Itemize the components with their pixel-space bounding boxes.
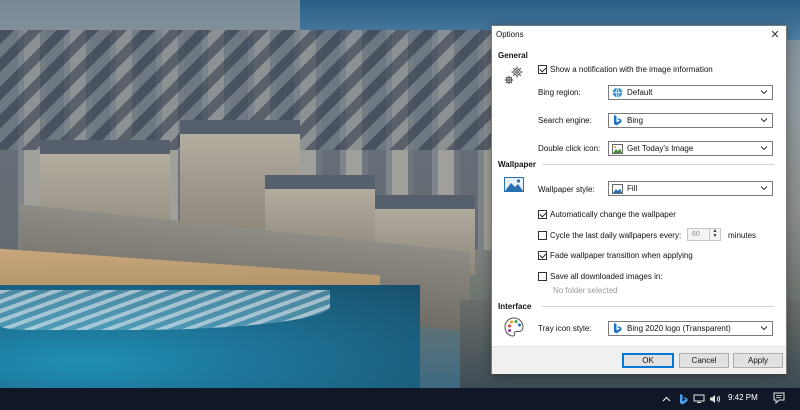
section-divider (542, 164, 774, 165)
chevron-down-icon (760, 186, 768, 191)
cycle-unit: minutes (728, 231, 757, 240)
image-icon (612, 143, 623, 154)
cycle-label[interactable]: Cycle the last daily wallpapers every: (550, 231, 681, 240)
bing-logo-icon[interactable] (677, 393, 689, 405)
clock[interactable]: 9:42 PM (728, 393, 758, 402)
cycle-checkbox[interactable] (538, 231, 547, 240)
tray-style-select[interactable]: Bing 2020 logo (Transparent) (608, 321, 773, 336)
fade-checkbox[interactable] (538, 251, 547, 260)
options-dialog: Options ✕ General Show a notification wi… (491, 25, 787, 374)
picture-icon (612, 183, 623, 194)
chevron-down-icon (760, 90, 768, 95)
search-engine-value: Bing (627, 116, 644, 125)
cycle-minutes-stepper[interactable]: 60 ▲ ▼ (687, 228, 721, 241)
action-center-icon[interactable] (773, 392, 785, 405)
stepper-down-icon[interactable]: ▼ (710, 234, 720, 239)
section-general-heading: General (498, 51, 528, 60)
double-click-label: Double click icon: (538, 144, 601, 153)
apply-button[interactable]: Apply (733, 353, 783, 368)
stepper-buttons[interactable]: ▲ ▼ (709, 229, 720, 240)
bing-logo-icon (612, 115, 623, 126)
bing-logo-icon (612, 323, 623, 334)
section-divider (542, 306, 774, 307)
bing-region-label: Bing region: (538, 88, 581, 97)
wallpaper-style-label: Wallpaper style: (538, 185, 595, 194)
double-click-value: Get Today's Image (627, 144, 694, 153)
double-click-select[interactable]: Get Today's Image (608, 141, 773, 156)
taskbar: 9:42 PM (0, 388, 800, 410)
volume-icon[interactable] (709, 393, 721, 405)
chevron-up-icon[interactable] (660, 393, 672, 405)
cycle-minutes-value: 60 (692, 231, 700, 238)
search-engine-label: Search engine: (538, 116, 592, 125)
fade-label[interactable]: Fade wallpaper transition when applying (550, 251, 693, 260)
dialog-footer: OK Cancel Apply (492, 346, 786, 374)
auto-change-label[interactable]: Automatically change the wallpaper (550, 210, 676, 219)
gears-icon (501, 64, 527, 90)
landscape-picture-icon (504, 177, 524, 194)
dialog-title: Options (496, 30, 524, 39)
system-tray (660, 388, 721, 410)
auto-change-checkbox[interactable] (538, 210, 547, 219)
wallpaper-style-value: Fill (627, 184, 638, 193)
chevron-down-icon (760, 326, 768, 331)
tray-style-value: Bing 2020 logo (Transparent) (627, 324, 731, 333)
section-interface-heading: Interface (498, 302, 532, 311)
section-wallpaper-heading: Wallpaper (498, 160, 536, 169)
globe-icon (612, 87, 623, 98)
network-icon[interactable] (693, 393, 705, 405)
bing-region-select[interactable]: Default (608, 85, 773, 100)
options-content: General Show a notification with the ima… (492, 42, 786, 346)
save-all-label[interactable]: Save all downloaded images in: (550, 272, 663, 281)
show-notification-checkbox[interactable] (538, 65, 547, 74)
ok-button[interactable]: OK (622, 353, 674, 368)
chevron-down-icon (760, 118, 768, 123)
save-all-checkbox[interactable] (538, 272, 547, 281)
close-button[interactable]: ✕ (764, 26, 786, 42)
show-notification-label[interactable]: Show a notification with the image infor… (550, 65, 713, 74)
title-bar[interactable]: Options ✕ (492, 26, 786, 42)
wallpaper-style-select[interactable]: Fill (608, 181, 773, 196)
chevron-down-icon (760, 146, 768, 151)
search-engine-select[interactable]: Bing (608, 113, 773, 128)
cancel-button[interactable]: Cancel (679, 353, 729, 368)
palette-icon (504, 317, 524, 339)
save-folder-text[interactable]: No folder selected (553, 286, 617, 295)
bing-region-value: Default (627, 88, 653, 97)
tray-style-label: Tray icon style: (538, 324, 592, 333)
